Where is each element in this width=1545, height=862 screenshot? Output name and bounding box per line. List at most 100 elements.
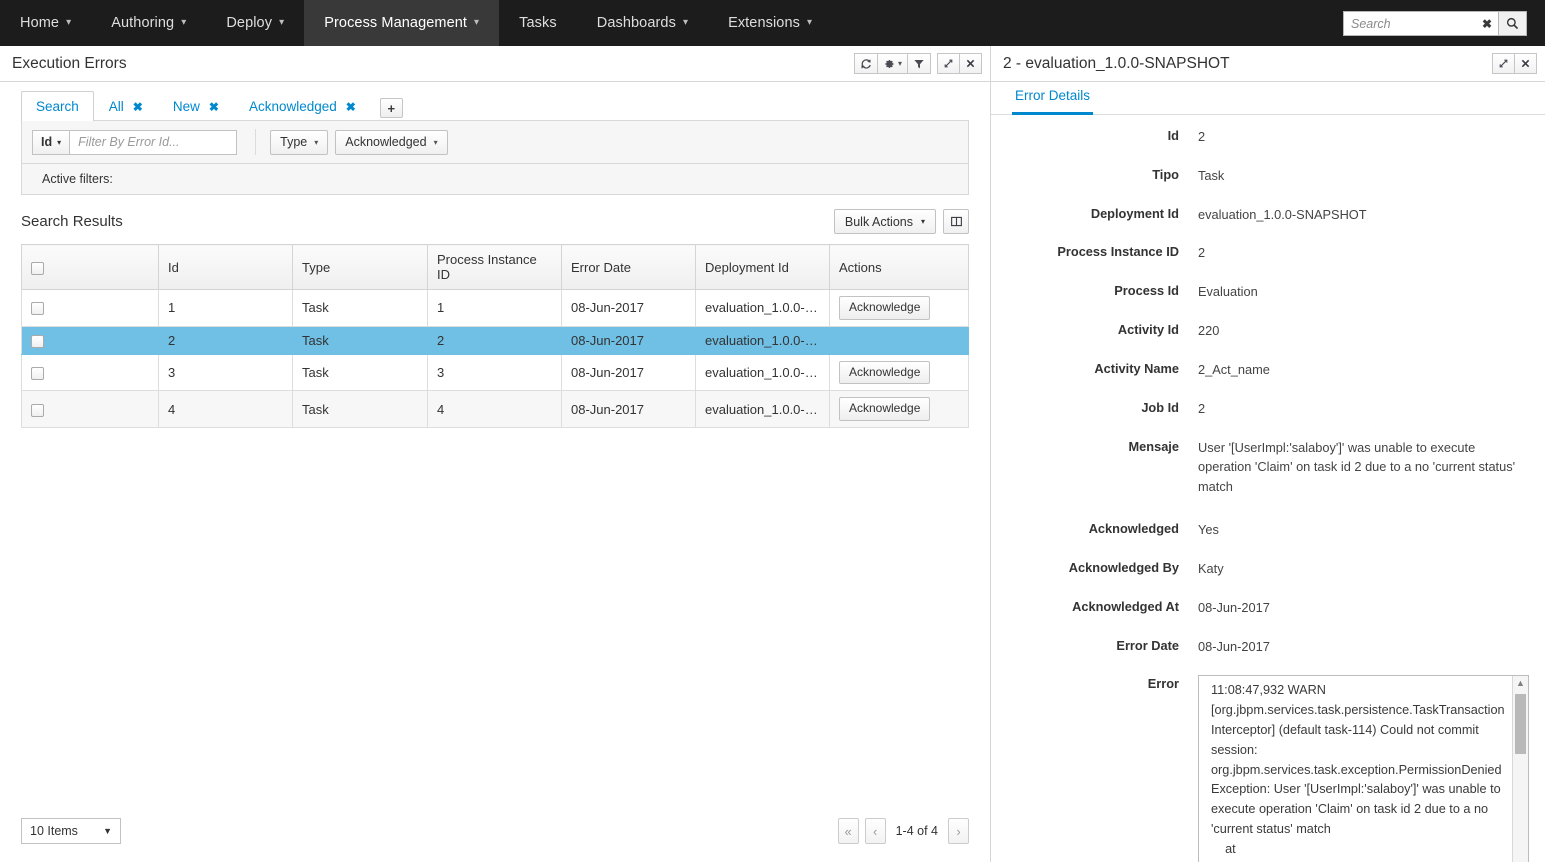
row-checkbox[interactable] — [31, 302, 44, 315]
detail-close-button[interactable] — [1514, 53, 1537, 74]
filter-tab-all[interactable]: All✖ — [94, 91, 158, 121]
nav-item-tasks[interactable]: Tasks — [499, 0, 577, 46]
close-tab-icon[interactable]: ✖ — [209, 101, 219, 113]
row-checkbox[interactable] — [31, 335, 44, 348]
cell-id: 2 — [159, 326, 293, 354]
nav-item-label: Extensions — [728, 15, 800, 31]
close-tab-icon[interactable]: ✖ — [133, 101, 143, 113]
chevron-down-icon: ▾ — [66, 18, 71, 28]
chevron-down-icon: ▾ — [314, 138, 318, 147]
column-header-error-date[interactable]: Error Date — [562, 245, 696, 290]
acknowledge-button[interactable]: Acknowledge — [839, 361, 930, 385]
table-row[interactable]: 1Task108-Jun-2017evaluation_1.0.0-S...Ac… — [22, 290, 969, 327]
column-header-type[interactable]: Type — [293, 245, 428, 290]
nav-item-extensions[interactable]: Extensions▾ — [708, 0, 832, 46]
right-panel-toolbar — [1492, 53, 1537, 74]
refresh-button[interactable] — [854, 53, 878, 74]
nav-item-label: Tasks — [519, 15, 557, 31]
row-checkbox[interactable] — [31, 404, 44, 417]
type-filter-label: Type — [280, 135, 307, 149]
detail-label: Process Instance ID — [991, 243, 1198, 263]
search-submit-button[interactable] — [1498, 11, 1527, 36]
cell-type: Task — [293, 290, 428, 327]
table-row[interactable]: 4Task408-Jun-2017evaluation_1.0.0-S...Ac… — [22, 391, 969, 428]
detail-label: Mensaje — [991, 438, 1198, 497]
table-row[interactable]: 3Task308-Jun-2017evaluation_1.0.0-S...Ac… — [22, 354, 969, 391]
cell-process-instance-id: 1 — [428, 290, 562, 327]
cell-id: 4 — [159, 391, 293, 428]
global-search-field: ✖ — [1343, 11, 1498, 36]
row-select-cell — [22, 290, 159, 327]
detail-maximize-button[interactable] — [1492, 53, 1515, 74]
results-table-wrap: Id Type Process Instance ID Error Date D… — [0, 244, 990, 428]
detail-label: Error Date — [991, 637, 1198, 657]
close-tab-icon[interactable]: ✖ — [346, 101, 356, 113]
filter-bar: Id ▾ Type ▾ Acknowledged ▾ — [21, 120, 969, 163]
filter-tab-new[interactable]: New ✖ — [158, 91, 234, 121]
scrollbar-thumb[interactable] — [1515, 694, 1526, 754]
select-all-checkbox[interactable] — [31, 262, 44, 275]
column-header-id[interactable]: Id — [159, 245, 293, 290]
gear-icon — [883, 58, 895, 70]
filter-tabs: SearchAll✖New✖Acknowledged✖+ — [0, 82, 990, 120]
chevron-down-icon: ▾ — [898, 59, 902, 68]
error-scrollbar[interactable]: ▲▼ — [1512, 676, 1528, 862]
nav-item-home[interactable]: Home▾ — [0, 0, 91, 46]
page-size-select[interactable]: 10 Items ▼ — [21, 818, 121, 844]
previous-page-button[interactable]: ‹ — [865, 818, 886, 844]
detail-label: Acknowledged — [991, 520, 1198, 540]
filter-tab-label: New — [173, 99, 200, 114]
left-panel-header: Execution Errors — [0, 46, 990, 82]
filter-section: Id ▾ Type ▾ Acknowledged ▾ Active filter… — [0, 120, 990, 195]
bulk-actions-dropdown[interactable]: Bulk Actions ▾ — [834, 209, 936, 234]
clear-search-icon[interactable]: ✖ — [1482, 18, 1492, 30]
detail-row: Activity Id220 — [991, 321, 1529, 341]
nav-item-dashboards[interactable]: Dashboards▾ — [577, 0, 708, 46]
column-header-deployment-id[interactable]: Deployment Id — [696, 245, 830, 290]
active-filters-label: Active filters: — [42, 172, 113, 186]
nav-item-process-management[interactable]: Process Management▾ — [304, 0, 499, 46]
chevron-down-icon: ▾ — [434, 138, 438, 147]
row-checkbox[interactable] — [31, 367, 44, 380]
acknowledged-filter-dropdown[interactable]: Acknowledged ▾ — [335, 130, 447, 155]
column-picker-button[interactable] — [943, 209, 969, 234]
filter-by-error-id-input[interactable] — [70, 130, 237, 155]
settings-dropdown-button[interactable]: ▾ — [877, 53, 908, 74]
filter-tab-search[interactable]: Search — [21, 91, 94, 121]
detail-value: 08-Jun-2017 — [1198, 637, 1270, 657]
first-page-button[interactable]: « — [838, 818, 859, 844]
detail-value: 08-Jun-2017 — [1198, 598, 1270, 618]
error-stacktrace-textarea[interactable]: 11:08:47,932 WARN [org.jbpm.services.tas… — [1198, 675, 1529, 862]
nav-item-deploy[interactable]: Deploy▾ — [206, 0, 304, 46]
maximize-button[interactable] — [937, 53, 960, 74]
filter-tab-acknowledged[interactable]: Acknowledged✖ — [234, 91, 371, 121]
filter-field-select-label: Id — [41, 135, 52, 149]
acknowledge-button[interactable]: Acknowledge — [839, 296, 930, 320]
row-select-cell — [22, 354, 159, 391]
filter-button[interactable] — [907, 53, 931, 74]
add-tab-button[interactable]: + — [380, 98, 403, 118]
cell-actions: Acknowledge — [830, 290, 969, 327]
nav-item-authoring[interactable]: Authoring▾ — [91, 0, 206, 46]
select-all-header — [22, 245, 159, 290]
chevron-down-icon: ▾ — [279, 18, 284, 28]
detail-value: evaluation_1.0.0-SNAPSHOT — [1198, 205, 1367, 225]
chevron-down-icon: ▼ — [103, 826, 112, 836]
row-select-cell — [22, 326, 159, 354]
search-input[interactable] — [1344, 12, 1498, 35]
tab-error-details[interactable]: Error Details — [1012, 88, 1093, 115]
close-panel-button[interactable] — [959, 53, 982, 74]
bulk-actions-label: Bulk Actions — [845, 215, 913, 229]
acknowledge-button[interactable]: Acknowledge — [839, 397, 930, 421]
next-page-button[interactable]: › — [948, 818, 969, 844]
pagination-bar: 10 Items ▼ « ‹ 1-4 of 4 › — [0, 800, 990, 862]
filter-field-select[interactable]: Id ▾ — [32, 130, 70, 155]
cell-deployment-id: evaluation_1.0.0-S... — [696, 290, 830, 327]
search-results-header: Search Results Bulk Actions ▾ — [0, 195, 990, 244]
type-filter-dropdown[interactable]: Type ▾ — [270, 130, 328, 155]
column-header-process-instance-id[interactable]: Process Instance ID — [428, 245, 562, 290]
table-row[interactable]: 2Task208-Jun-2017evaluation_1.0.0-S... — [22, 326, 969, 354]
nav-items: Home▾Authoring▾Deploy▾Process Management… — [0, 0, 832, 46]
scroll-up-icon[interactable]: ▲ — [1516, 676, 1525, 691]
cell-type: Task — [293, 354, 428, 391]
